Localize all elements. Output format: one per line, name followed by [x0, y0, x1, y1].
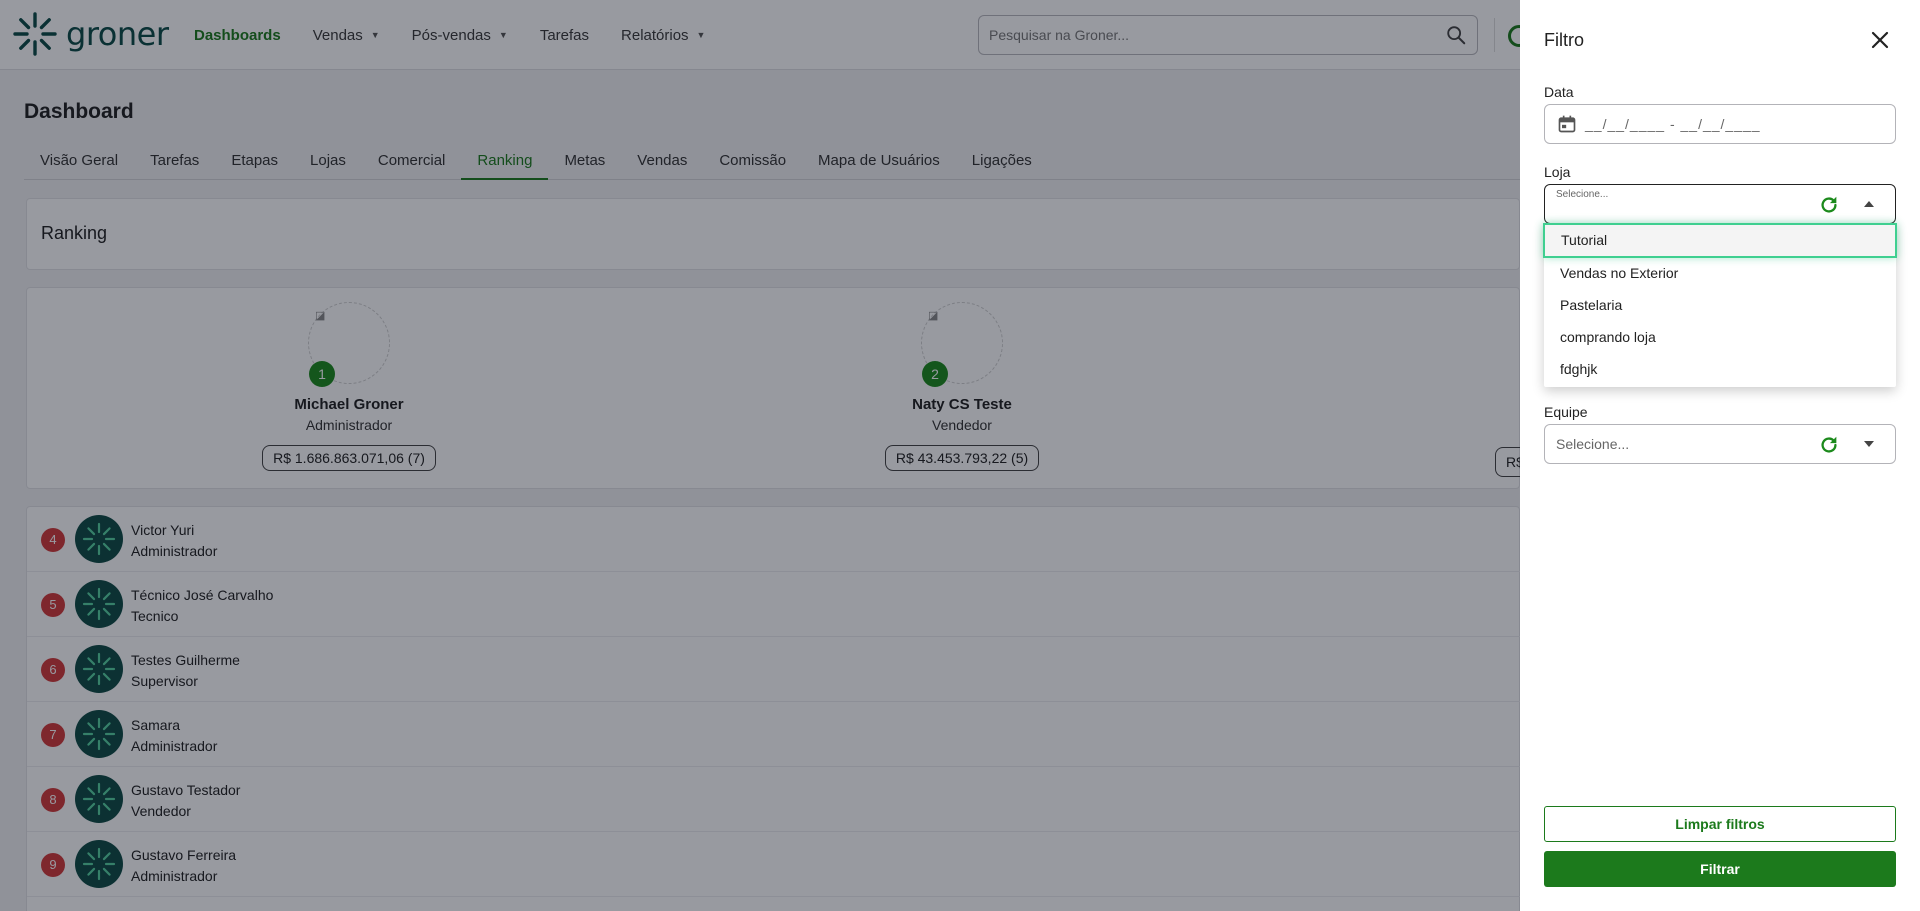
clear-filters-button[interactable]: Limpar filtros: [1544, 806, 1896, 842]
refresh-icon[interactable]: [1818, 434, 1840, 456]
loja-label: Loja: [1544, 164, 1571, 180]
calendar-icon: [1558, 115, 1576, 133]
date-label: Data: [1544, 84, 1574, 100]
dropdown-option[interactable]: fdghjk: [1544, 353, 1896, 385]
select-placeholder: Selecione...: [1556, 436, 1630, 452]
date-range-field[interactable]: __/__/____ - __/__/____: [1544, 104, 1896, 144]
loja-select[interactable]: Selecione...: [1544, 184, 1896, 224]
chevron-up-icon[interactable]: [1862, 197, 1876, 211]
close-icon[interactable]: [1868, 28, 1892, 52]
filter-drawer: Filtro Data __/__/____ - __/__/____ Loja…: [1520, 0, 1920, 911]
dropdown-option[interactable]: Vendas no Exterior: [1544, 257, 1896, 289]
date-placeholder: __/__/____ - __/__/____: [1585, 116, 1761, 132]
dropdown-option[interactable]: Pastelaria: [1544, 289, 1896, 321]
chevron-down-icon[interactable]: [1862, 437, 1876, 451]
drawer-title: Filtro: [1544, 30, 1584, 50]
filter-button[interactable]: Filtrar: [1544, 851, 1896, 887]
dropdown-option[interactable]: Tutorial: [1543, 223, 1897, 258]
equipe-select[interactable]: Selecione...: [1544, 424, 1896, 464]
select-placeholder: Selecione...: [1556, 189, 1609, 200]
dropdown-option[interactable]: comprando loja: [1544, 321, 1896, 353]
loja-dropdown: Tutorial Vendas no Exterior Pastelaria c…: [1543, 223, 1897, 387]
equipe-label: Equipe: [1544, 404, 1588, 420]
refresh-icon[interactable]: [1818, 194, 1840, 216]
